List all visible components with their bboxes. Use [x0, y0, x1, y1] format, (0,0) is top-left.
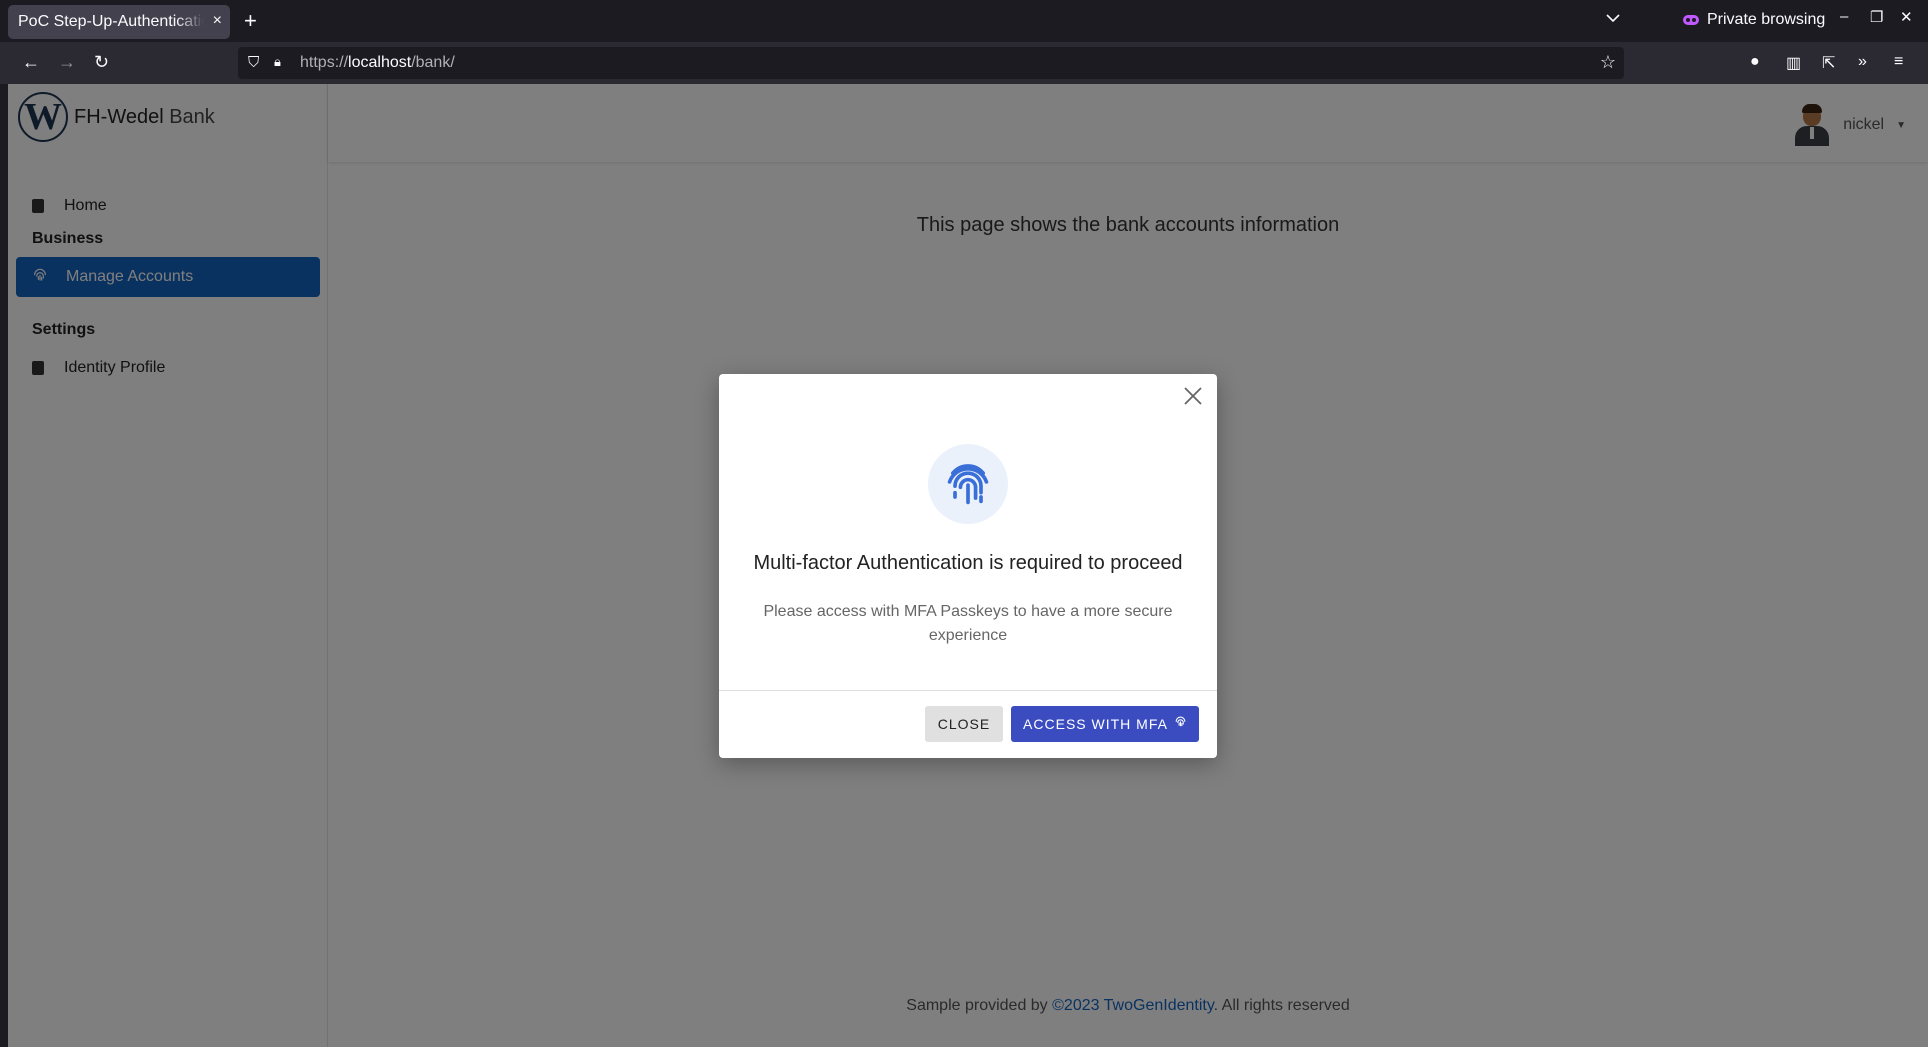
browser-tab[interactable]: PoC Step-Up-Authentication × [8, 5, 230, 39]
forward-icon[interactable]: → [58, 51, 76, 73]
modal-body: Please access with MFA Passkeys to have … [763, 603, 1173, 644]
modal-title: Multi-factor Authentication is required … [753, 552, 1183, 574]
browser-tabbar: PoC Step-Up-Authentication × + Private b… [0, 0, 1928, 42]
tab-title: PoC Step-Up-Authentication [18, 13, 204, 30]
close-icon[interactable] [1181, 386, 1205, 410]
reload-icon[interactable]: ↻ [94, 51, 109, 73]
reader-view-icon[interactable]: ▥ [1786, 53, 1801, 73]
overflow-icon[interactable]: » [1858, 53, 1867, 71]
tab-close-icon[interactable]: × [213, 12, 222, 30]
window-close-icon[interactable]: ✕ [1900, 8, 1913, 26]
close-button[interactable]: CLOSE [925, 706, 1003, 742]
menu-icon[interactable]: ≡ [1894, 53, 1903, 71]
url-bar[interactable]: ⛉ 🔒︎ https://localhost/bank/ ☆ [238, 47, 1624, 79]
bookmark-star-icon[interactable]: ☆ [1600, 52, 1616, 73]
share-icon[interactable]: ⇱ [1822, 53, 1835, 73]
url-text[interactable]: https://localhost/bank/ [300, 54, 455, 72]
back-icon[interactable]: ← [22, 51, 40, 73]
tracking-shield-icon[interactable]: ⛉ [248, 54, 259, 71]
lock-icon[interactable]: 🔒︎ [274, 54, 281, 70]
page-viewport: W FH-Wedel Bank Home Business Manage Acc… [8, 84, 1928, 1047]
new-tab-button[interactable]: + [244, 8, 257, 34]
fingerprint-icon [928, 444, 1008, 524]
mfa-dialog: Multi-factor Authentication is required … [719, 374, 1217, 758]
private-mask-icon [1683, 15, 1699, 25]
private-browsing-indicator: Private browsing [1683, 11, 1825, 29]
access-with-mfa-button[interactable]: ACCESS WITH MFA [1011, 706, 1199, 742]
fingerprint-icon [1174, 716, 1187, 732]
tab-list-chevron-icon[interactable] [1606, 10, 1620, 28]
minimize-icon[interactable]: – [1840, 8, 1848, 25]
extension-icon[interactable]: ● [1750, 53, 1760, 71]
mfa-button-label: ACCESS WITH MFA [1023, 716, 1168, 732]
restore-icon[interactable]: ❐ [1870, 8, 1883, 26]
modal-divider [719, 690, 1217, 691]
private-browsing-label: Private browsing [1707, 11, 1826, 28]
browser-navbar: ← → ↻ ⛉ 🔒︎ https://localhost/bank/ ☆ ● ▥… [0, 42, 1928, 84]
